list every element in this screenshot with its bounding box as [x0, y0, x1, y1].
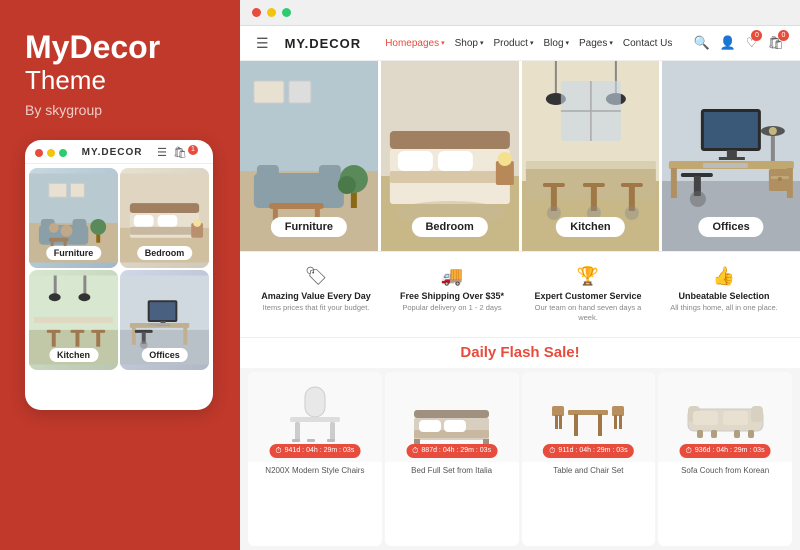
- hero-cell-bedroom[interactable]: Bedroom: [381, 61, 519, 251]
- feature-value: 🏷 Amazing Value Every Day Items prices t…: [248, 262, 384, 327]
- product-img-chair: ⏱ 941d : 04h : 29m : 03s: [248, 372, 382, 462]
- mobile-header: MY.DECOR ☰ 🛍 1: [25, 140, 213, 164]
- clock-icon-2: ⏱: [412, 446, 418, 456]
- hero-label-bedroom: Bedroom: [411, 217, 487, 237]
- website: ☰ MY.DECOR Homepages▾ Shop▾ Product▾ Blo…: [240, 26, 800, 550]
- product-timer-bed: ⏱ 887d : 04h : 29m : 03s: [406, 444, 497, 458]
- feature-shipping: 🚚 Free Shipping Over $35* Popular delive…: [384, 262, 520, 327]
- flash-sale: Daily Flash Sale!: [240, 338, 800, 368]
- feature-selection: 👍 Unbeatable Selection All things home, …: [656, 262, 792, 327]
- features-bar: 🏷 Amazing Value Every Day Items prices t…: [240, 251, 800, 338]
- user-icon[interactable]: 👤: [720, 35, 736, 51]
- mobile-cell-offices[interactable]: Offices: [120, 270, 209, 370]
- nav-link-blog[interactable]: Blog▾: [543, 38, 569, 49]
- tag-icon: 🏷: [305, 266, 328, 287]
- product-timer-chair: ⏱ 941d : 04h : 29m : 03s: [269, 444, 360, 458]
- wishlist-cart[interactable]: ♡ 0: [746, 34, 758, 52]
- product-img-sofa: ⏱ 936d : 04h : 29m : 03s: [658, 372, 792, 462]
- feature-value-title: Amazing Value Every Day: [261, 291, 371, 301]
- feature-shipping-title: Free Shipping Over $35*: [400, 291, 504, 301]
- feature-selection-title: Unbeatable Selection: [678, 291, 769, 301]
- mobile-dot-yellow: [47, 149, 55, 157]
- nav-link-pages[interactable]: Pages▾: [579, 38, 613, 49]
- brand-subtitle: Theme: [25, 65, 215, 96]
- thumbsup-icon: 👍: [713, 266, 735, 287]
- nav-logo: MY.DECOR: [285, 36, 362, 51]
- mobile-bag-icon: 🛍: [173, 146, 187, 159]
- wish-count: 0: [751, 30, 762, 41]
- product-card-chair[interactable]: ⏱ 941d : 04h : 29m : 03s N200X Modern St…: [248, 372, 382, 547]
- mobile-cell-kitchen[interactable]: Kitchen: [29, 270, 118, 370]
- search-icon[interactable]: 🔍: [693, 35, 709, 51]
- nav-link-contact[interactable]: Contact Us: [623, 38, 672, 49]
- products-grid: ⏱ 941d : 04h : 29m : 03s N200X Modern St…: [240, 368, 800, 550]
- product-card-bed[interactable]: ⏱ 887d : 04h : 29m : 03s Bed Full Set fr…: [385, 372, 519, 547]
- truck-icon: 🚚: [441, 266, 463, 287]
- brand-by: By skygroup: [25, 102, 215, 118]
- clock-icon-3: ⏱: [549, 446, 555, 456]
- mobile-label-furniture: Furniture: [46, 246, 102, 260]
- right-panel: ☰ MY.DECOR Homepages▾ Shop▾ Product▾ Blo…: [240, 0, 800, 550]
- nav-links: Homepages▾ Shop▾ Product▾ Blog▾ Pages▾ C…: [385, 38, 672, 49]
- hero-label-furniture: Furniture: [271, 217, 347, 237]
- hero-label-kitchen: Kitchen: [556, 217, 624, 237]
- mobile-cell-bedroom[interactable]: Bedroom: [120, 168, 209, 268]
- hamburger-icon[interactable]: ☰: [256, 35, 269, 52]
- nav-actions: 🔍 👤 ♡ 0 🛍 0: [693, 34, 784, 52]
- nav-link-product[interactable]: Product▾: [494, 38, 534, 49]
- hero-grid: Furniture: [240, 61, 800, 251]
- clock-icon: ⏱: [275, 446, 281, 456]
- hero-cell-kitchen[interactable]: Kitchen: [522, 61, 660, 251]
- nav-link-homepages[interactable]: Homepages▾: [385, 38, 444, 49]
- hero-cell-offices[interactable]: Offices: [662, 61, 800, 251]
- clock-icon-4: ⏱: [686, 446, 692, 456]
- product-name-sofa: Sofa Couch from Korean: [658, 462, 792, 479]
- product-timer-sofa: ⏱ 936d : 04h : 29m : 03s: [680, 444, 771, 458]
- mobile-dots: [35, 149, 67, 157]
- nav: ☰ MY.DECOR Homepages▾ Shop▾ Product▾ Blo…: [240, 26, 800, 61]
- feature-shipping-desc: Popular delivery on 1 - 2 days: [402, 303, 501, 313]
- mobile-label-kitchen: Kitchen: [49, 348, 98, 362]
- product-img-table: ⏱ 911d : 04h : 29m : 03s: [522, 372, 656, 462]
- nav-link-shop[interactable]: Shop▾: [455, 38, 484, 49]
- feature-value-desc: Items prices that fit your budget.: [263, 303, 370, 313]
- mobile-dot-green: [59, 149, 67, 157]
- mobile-logo: MY.DECOR: [82, 147, 143, 158]
- mobile-label-offices: Offices: [141, 348, 188, 362]
- flash-sale-title: Daily Flash Sale!: [460, 344, 579, 361]
- mobile-icons: ☰ 🛍 1: [157, 146, 203, 159]
- trophy-icon: 🏆: [577, 266, 599, 287]
- brand-title: MyDecor: [25, 30, 215, 65]
- product-timer-table: ⏱ 911d : 04h : 29m : 03s: [543, 444, 633, 458]
- product-card-table[interactable]: ⏱ 911d : 04h : 29m : 03s Table and Chair…: [522, 372, 656, 547]
- product-name-chair: N200X Modern Style Chairs: [248, 462, 382, 479]
- browser-chrome: [240, 0, 800, 26]
- cart-container[interactable]: 🛍 0: [767, 34, 784, 52]
- mobile-categories-grid: Furniture: [25, 164, 213, 374]
- product-card-sofa[interactable]: ⏱ 936d : 04h : 29m : 03s Sofa Couch from…: [658, 372, 792, 547]
- mobile-dot-red: [35, 149, 43, 157]
- cart-count: 0: [778, 30, 789, 41]
- chrome-maximize: [282, 8, 291, 17]
- feature-selection-desc: All things home, all in one place.: [670, 303, 778, 313]
- mobile-cell-furniture[interactable]: Furniture: [29, 168, 118, 268]
- mobile-hamburger-icon: ☰: [157, 146, 167, 159]
- product-name-bed: Bed Full Set from Italia: [385, 462, 519, 479]
- chrome-close: [252, 8, 261, 17]
- mobile-mockup: MY.DECOR ☰ 🛍 1: [25, 140, 213, 410]
- product-name-table: Table and Chair Set: [522, 462, 656, 479]
- brand-name: MyDecor Theme By skygroup: [25, 30, 215, 118]
- chrome-minimize: [267, 8, 276, 17]
- feature-service: 🏆 Expert Customer Service Our team on ha…: [520, 262, 656, 327]
- left-panel: MyDecor Theme By skygroup MY.DECOR ☰ 🛍 1: [0, 0, 240, 550]
- hero-cell-furniture[interactable]: Furniture: [240, 61, 378, 251]
- mobile-label-bedroom: Bedroom: [137, 246, 193, 260]
- hero-label-offices: Offices: [698, 217, 763, 237]
- feature-service-title: Expert Customer Service: [534, 291, 641, 301]
- product-img-bed: ⏱ 887d : 04h : 29m : 03s: [385, 372, 519, 462]
- mobile-badge: 1: [188, 145, 198, 155]
- feature-service-desc: Our team on hand seven days a week.: [524, 303, 652, 323]
